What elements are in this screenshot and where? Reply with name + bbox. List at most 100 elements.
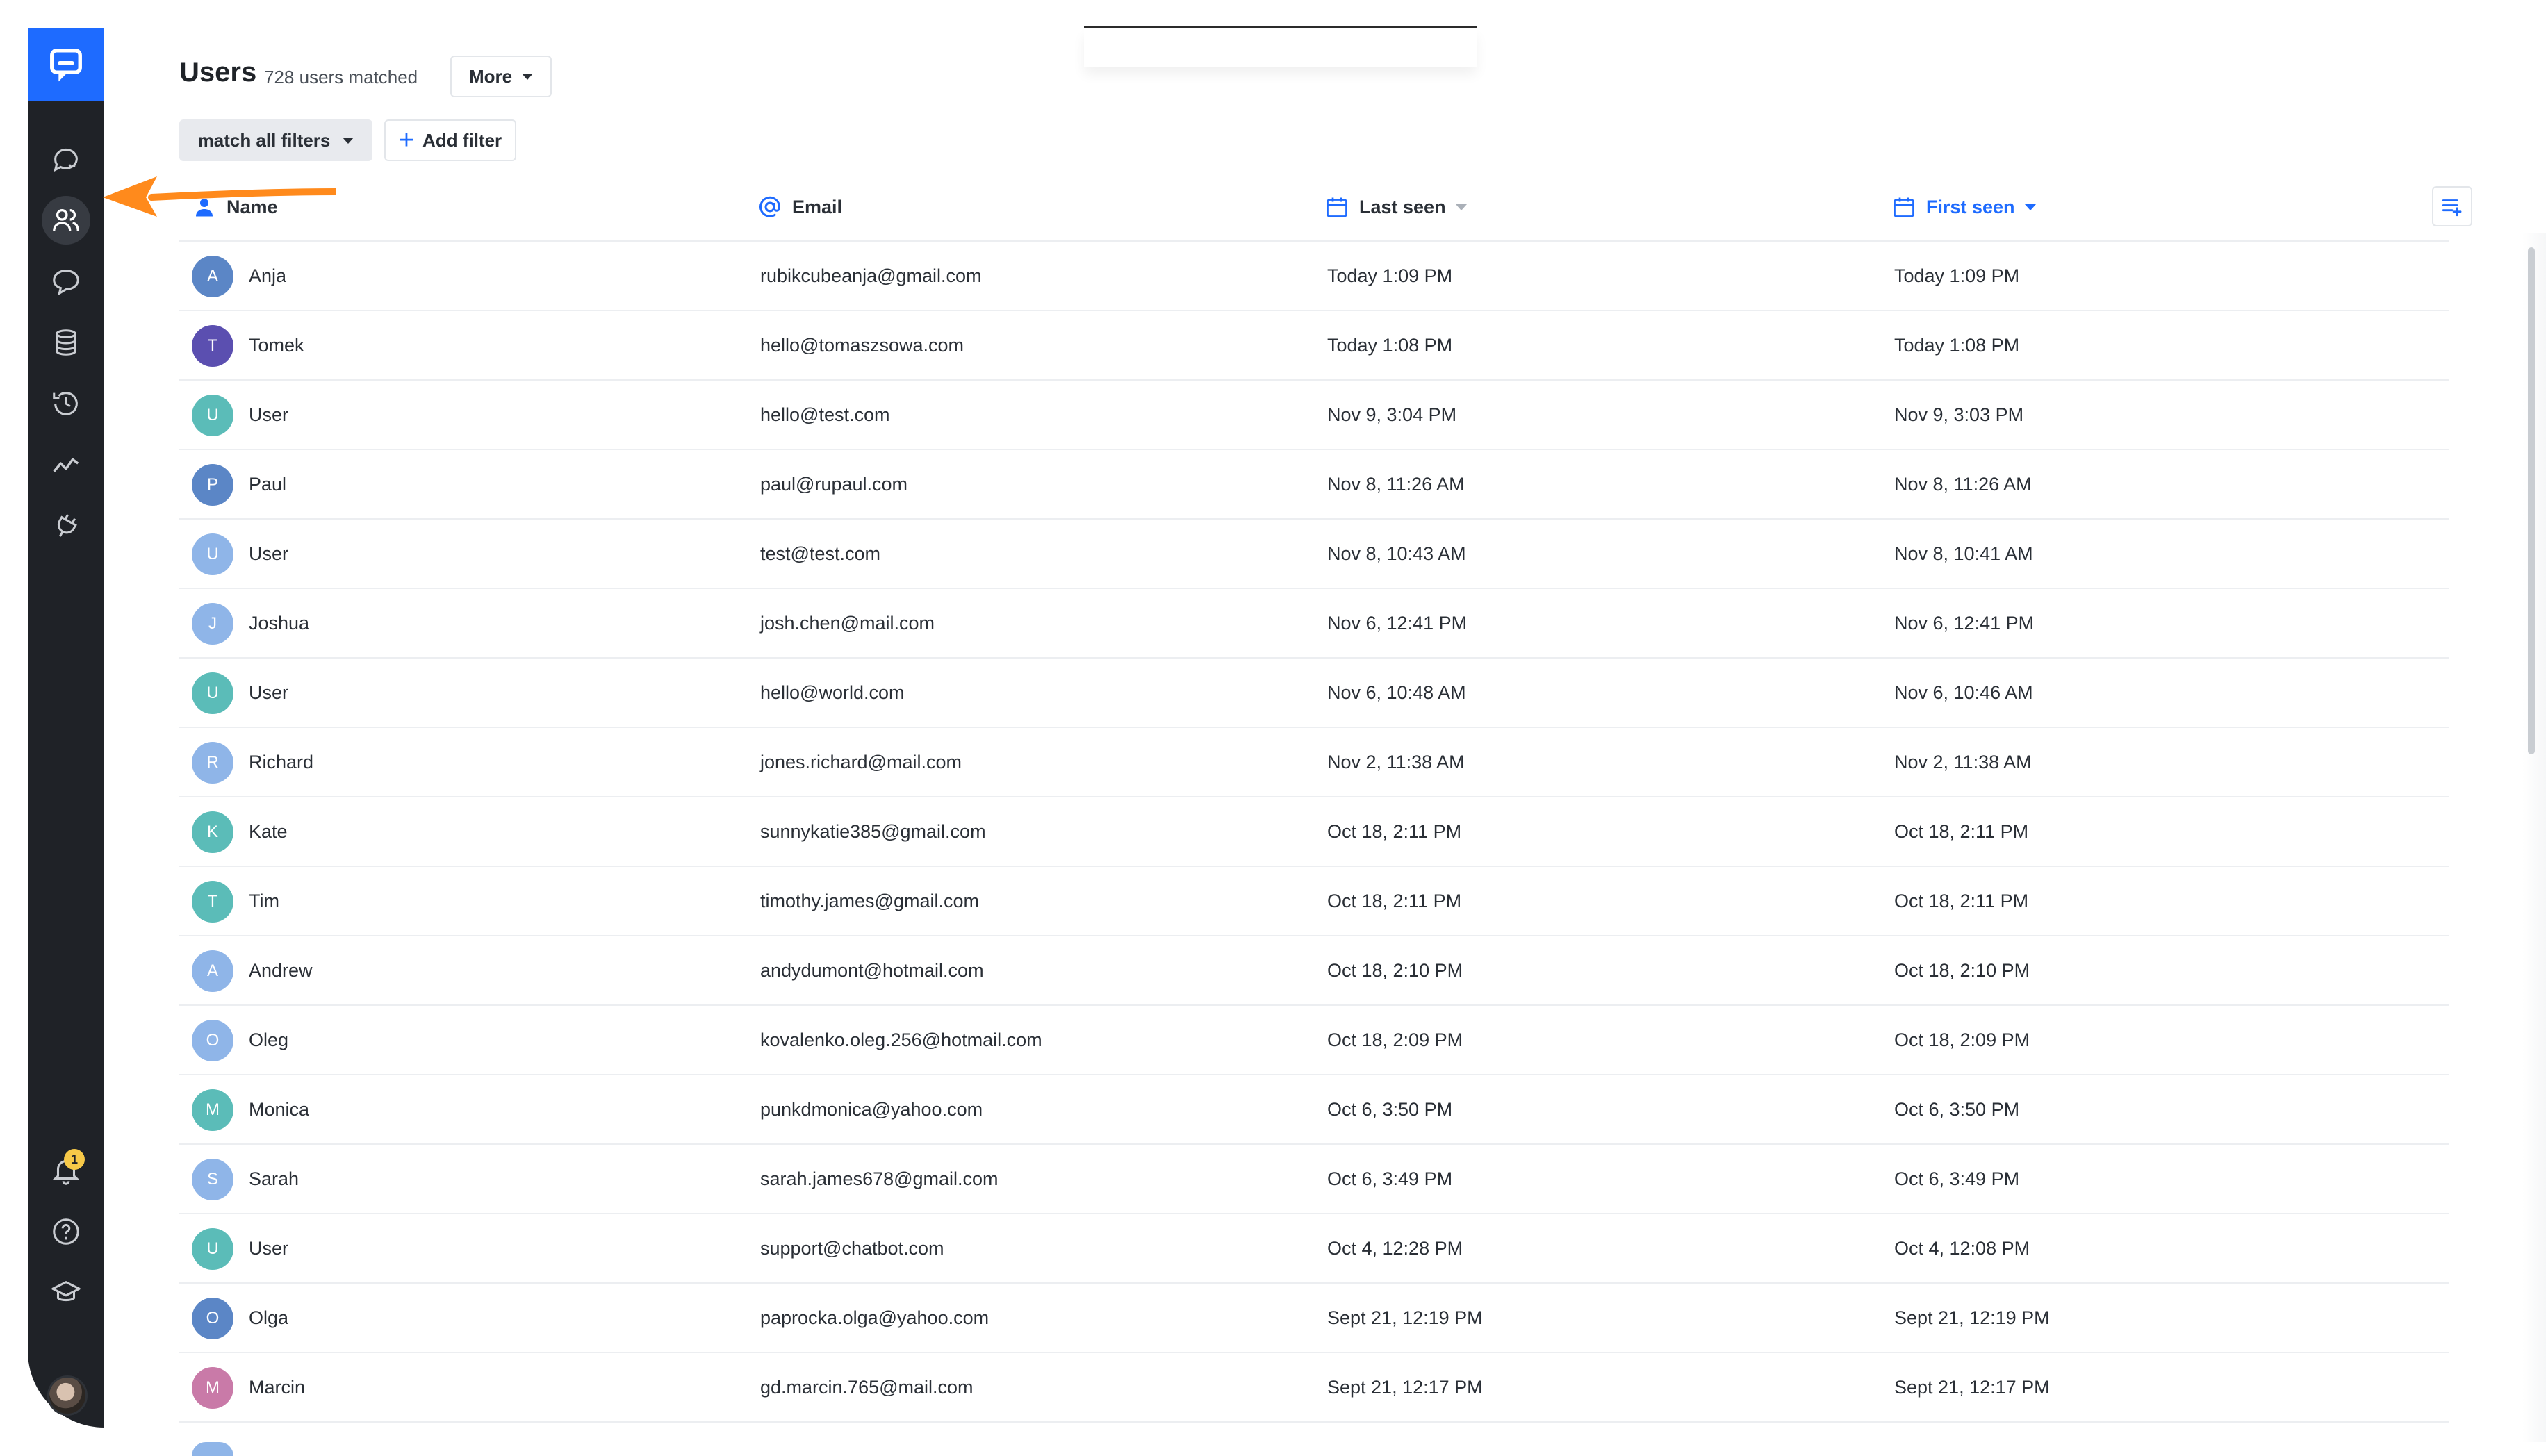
avatar: P	[192, 464, 233, 506]
user-name: Richard	[249, 752, 314, 772]
user-first-seen: Oct 18, 2:11 PM	[1894, 821, 2029, 842]
user-last-seen: Nov 6, 10:48 AM	[1327, 682, 1466, 703]
user-email: hello@test.com	[760, 404, 890, 425]
more-button-label: More	[468, 65, 513, 87]
column-email-label: Email	[792, 196, 843, 217]
user-email: punkdmonica@yahoo.com	[760, 1099, 983, 1120]
table-row[interactable]: T Tim timothy.james@gmail.com Oct 18, 2:11 …	[179, 867, 2449, 936]
nav-stories[interactable]	[42, 257, 90, 306]
user-email: hello@tomaszsowa.com	[760, 335, 964, 356]
table-row[interactable]: U User hello@test.com Nov 9, 3:04 PM Nov 9, …	[179, 381, 2449, 450]
user-first-seen: Oct 6, 3:49 PM	[1894, 1168, 2020, 1189]
table-row[interactable]: A Anja rubikcubeanja@gmail.com Today 1:09 P…	[179, 242, 2449, 311]
column-header-first-seen[interactable]: First seen	[1891, 193, 2036, 221]
add-filter-label: Add filter	[422, 129, 502, 151]
table-row[interactable]: O Oleg kovalenko.oleg.256@hotmail.com Oct 1…	[179, 1006, 2449, 1075]
calendar-icon	[1327, 197, 1347, 217]
avatar: K	[192, 811, 233, 853]
nav-reports[interactable]	[42, 440, 90, 489]
user-first-seen: Oct 18, 2:10 PM	[1894, 960, 2030, 981]
user-name: Monica	[249, 1099, 310, 1120]
user-first-seen: Nov 8, 11:26 AM	[1894, 474, 2032, 495]
user-name: Marcin	[249, 1377, 306, 1398]
table-row[interactable]: M Marcin gd.marcin.765@mail.com Sept 21, 12…	[179, 1353, 2449, 1423]
profile-avatar[interactable]	[47, 1375, 88, 1416]
user-last-seen: Sept 21, 12:17 PM	[1327, 1377, 1483, 1398]
sort-caret-icon	[2024, 204, 2036, 210]
user-email: sarah.james678@gmail.com	[760, 1168, 999, 1189]
vertical-scrollbar[interactable]	[2528, 247, 2535, 754]
top-panel-shadow	[1084, 29, 1477, 67]
user-email: support@chatbot.com	[760, 1238, 944, 1259]
column-header-name[interactable]: Name	[192, 193, 278, 221]
user-first-seen: Sept 21, 12:19 PM	[1894, 1307, 2050, 1328]
users-table-body: A Anja rubikcubeanja@gmail.com Today 1:09 P…	[179, 242, 2449, 1423]
table-row[interactable]: U User hello@world.com Nov 6, 10:48 AM Nov 6…	[179, 659, 2449, 728]
calendar-icon	[1894, 197, 1914, 217]
nav-data[interactable]	[42, 318, 90, 367]
nav-help[interactable]	[42, 1207, 90, 1256]
user-first-seen: Nov 6, 10:46 AM	[1894, 682, 2033, 703]
user-name: Andrew	[249, 960, 313, 981]
column-header-last-seen[interactable]: Last seen	[1324, 193, 1467, 221]
column-settings-button[interactable]	[2432, 186, 2472, 226]
history-icon	[53, 392, 78, 415]
avatar: U	[192, 533, 233, 575]
table-row[interactable]: U User support@chatbot.com Oct 4, 12:28 PM O…	[179, 1214, 2449, 1284]
user-last-seen: Nov 8, 10:43 AM	[1327, 543, 1466, 564]
column-header-email[interactable]: Email	[757, 193, 842, 221]
nav-users[interactable]	[42, 196, 90, 245]
users-icon	[53, 208, 79, 231]
graduation-cap-icon	[51, 1281, 81, 1302]
nav-history[interactable]	[42, 379, 90, 428]
table-row[interactable]: K Kate sunnykatie385@gmail.com Oct 18, 2:11…	[179, 797, 2449, 867]
user-email: paprocka.olga@yahoo.com	[760, 1307, 989, 1328]
user-last-seen: Nov 8, 11:26 AM	[1327, 474, 1465, 495]
match-filters-label: match all filters	[197, 129, 331, 151]
nav-notifications[interactable]: 1	[42, 1146, 90, 1195]
chatbot-logo[interactable]	[28, 28, 104, 101]
table-row[interactable]: S Sarah sarah.james678@gmail.com Oct 6, 3:4…	[179, 1145, 2449, 1214]
user-name: Olga	[249, 1307, 289, 1328]
user-name: Anja	[249, 265, 287, 286]
user-email: kovalenko.oleg.256@hotmail.com	[760, 1029, 1042, 1050]
user-email: jones.richard@mail.com	[760, 752, 962, 772]
table-row[interactable]: M Monica punkdmonica@yahoo.com Oct 6, 3:50 …	[179, 1075, 2449, 1145]
column-first-seen-label: First seen	[1926, 196, 2015, 217]
user-first-seen: Today 1:09 PM	[1894, 265, 2020, 286]
user-email: gd.marcin.765@mail.com	[760, 1377, 974, 1398]
add-column-icon	[2442, 199, 2462, 217]
plus-icon: +	[398, 126, 415, 155]
nav-academy[interactable]	[42, 1268, 90, 1317]
more-button[interactable]: More	[450, 56, 552, 97]
user-first-seen: Nov 8, 10:41 AM	[1894, 543, 2033, 564]
caret-down-icon	[343, 137, 354, 144]
user-last-seen: Nov 9, 3:04 PM	[1327, 404, 1457, 425]
user-first-seen: Nov 2, 11:38 AM	[1894, 752, 2032, 772]
table-row[interactable]: U User test@test.com Nov 8, 10:43 AM Nov 8, …	[179, 520, 2449, 589]
nav-chats[interactable]	[42, 135, 90, 183]
table-row[interactable]: R Richard jones.richard@mail.com Nov 2, 11:…	[179, 728, 2449, 797]
table-row[interactable]: O Olga paprocka.olga@yahoo.com Sept 21, 12:…	[179, 1284, 2449, 1353]
user-last-seen: Nov 6, 12:41 PM	[1327, 613, 1468, 634]
table-row[interactable]: P Paul paul@rupaul.com Nov 8, 11:26 AM Nov 8…	[179, 450, 2449, 520]
table-row[interactable]: J Joshua josh.chen@mail.com Nov 6, 12:41 PM…	[179, 589, 2449, 659]
table-row[interactable]: T Tomek hello@tomaszsowa.com Today 1:08 PM T…	[179, 311, 2449, 381]
avatar: S	[192, 1159, 233, 1200]
user-name: Joshua	[249, 613, 310, 634]
avatar: U	[192, 395, 233, 436]
user-name: Tim	[249, 891, 279, 911]
user-last-seen: Oct 18, 2:11 PM	[1327, 821, 1462, 842]
table-row[interactable]: A Andrew andydumont@hotmail.com Oct 18, 2:1…	[179, 936, 2449, 1006]
nav-integrations[interactable]	[42, 502, 90, 550]
user-name: Paul	[249, 474, 287, 495]
add-filter-button[interactable]: + Add filter	[384, 119, 516, 161]
person-icon	[196, 199, 213, 217]
sort-caret-icon	[1455, 204, 1467, 210]
user-name: Tomek	[249, 335, 304, 356]
avatar: U	[192, 1228, 233, 1270]
match-filters-dropdown[interactable]: match all filters	[179, 119, 372, 161]
user-email: josh.chen@mail.com	[760, 613, 935, 634]
avatar	[192, 1442, 233, 1456]
avatar: A	[192, 950, 233, 992]
